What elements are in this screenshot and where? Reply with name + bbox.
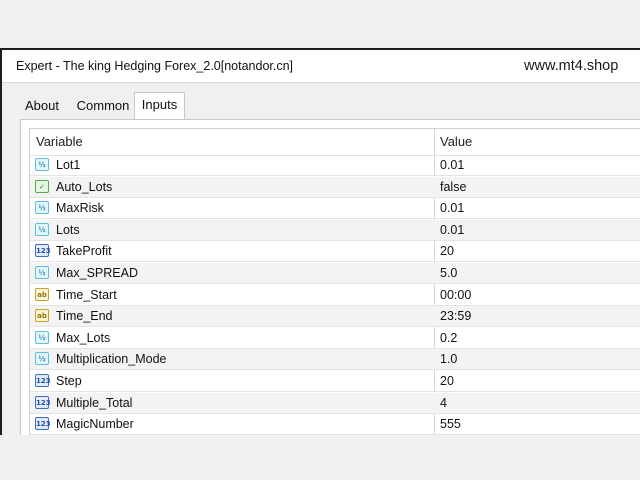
title-bar: Expert - The king Hedging Forex_2.0[nota… xyxy=(2,50,640,83)
variable-value[interactable]: 0.01 xyxy=(440,201,464,215)
int-icon: 123 xyxy=(35,244,51,258)
window-title: Expert - The king Hedging Forex_2.0[nota… xyxy=(16,59,294,73)
double-icon: ½ xyxy=(35,352,49,366)
table-row[interactable]: 123 MagicNumber 555 xyxy=(30,414,640,436)
variable-value[interactable]: 0.01 xyxy=(440,223,464,237)
bool-icon: ✓ xyxy=(35,179,49,193)
double-icon: ½ xyxy=(35,330,49,344)
variable-name: MaxRisk xyxy=(56,201,104,216)
variable-name: Auto_Lots xyxy=(56,179,113,194)
variable-name: TakeProfit xyxy=(56,244,112,259)
double-icon: ½ xyxy=(35,201,49,215)
table-row[interactable]: ½ MaxRisk 0.01 xyxy=(30,198,640,220)
table-row[interactable]: ½ Multiplication_Mode 1.0 xyxy=(30,349,640,371)
table-row[interactable]: ½ Max_Lots 0.2 xyxy=(30,328,640,349)
watermark-text: www.mt4.shop xyxy=(524,58,619,74)
variable-name: MagicNumber xyxy=(56,417,134,432)
table-row[interactable]: ✓ Auto_Lots false xyxy=(30,176,640,198)
variable-name: Step xyxy=(56,374,82,388)
table-row[interactable]: ½ Lot1 0.01 xyxy=(30,155,640,176)
bottom-background xyxy=(0,435,640,480)
variable-name: Max_SPREAD xyxy=(56,266,138,280)
table-row[interactable]: 123 TakeProfit 20 xyxy=(30,241,640,263)
top-background xyxy=(0,0,640,48)
table-row[interactable]: ½ Lots 0.01 xyxy=(30,219,640,241)
double-icon: ½ xyxy=(35,222,49,236)
variable-value[interactable]: 0.01 xyxy=(440,158,464,172)
variable-value[interactable]: 23:59 xyxy=(440,309,471,323)
table-row[interactable]: 123 Step 20 xyxy=(30,371,640,392)
column-header-variable[interactable]: Variable xyxy=(36,134,83,149)
variable-name: Lot1 xyxy=(56,158,81,172)
int-icon: 123 xyxy=(35,374,51,387)
double-icon: ½ xyxy=(35,158,49,171)
string-icon: ab xyxy=(35,287,49,301)
variable-name: Time_End xyxy=(56,309,113,324)
expert-properties-window: Expert - The king Hedging Forex_2.0[nota… xyxy=(0,48,640,439)
variable-value[interactable]: 1.0 xyxy=(440,352,457,366)
variable-value[interactable]: 555 xyxy=(440,417,461,431)
inputs-table: Variable Value ½ Lot1 0.01 ✓ Auto_Lots false ½… xyxy=(29,128,640,439)
variable-name: Multiplication_Mode xyxy=(56,352,167,367)
tab-about[interactable]: About xyxy=(18,94,66,118)
variable-name: Time_Start xyxy=(56,287,117,302)
int-icon: 123 xyxy=(35,395,51,409)
variable-value[interactable]: 0.2 xyxy=(440,331,457,345)
string-icon: ab xyxy=(35,309,49,323)
column-header-value[interactable]: Value xyxy=(440,134,472,149)
table-row[interactable]: 123 Multiple_Total 4 xyxy=(30,392,640,414)
double-icon: ½ xyxy=(35,266,49,279)
variable-name: Max_Lots xyxy=(56,330,111,345)
table-header: Variable Value xyxy=(30,129,640,156)
variable-name: Multiple_Total xyxy=(56,395,133,410)
table-row[interactable]: ab Time_End 23:59 xyxy=(30,306,640,328)
variable-value[interactable]: 5.0 xyxy=(440,266,457,280)
variable-value[interactable]: 4 xyxy=(440,396,447,410)
variable-value[interactable]: 20 xyxy=(440,244,454,258)
table-row[interactable]: ab Time_Start 00:00 xyxy=(30,285,640,306)
variable-value[interactable]: 00:00 xyxy=(440,288,471,302)
variable-value[interactable]: false xyxy=(440,180,466,194)
tab-common[interactable]: Common xyxy=(70,94,136,118)
int-icon: 123 xyxy=(35,417,51,431)
variable-name: Lots xyxy=(56,222,80,237)
table-row[interactable]: ½ Max_SPREAD 5.0 xyxy=(30,263,640,284)
inputs-panel: Variable Value ½ Lot1 0.01 ✓ Auto_Lots false ½… xyxy=(20,119,640,439)
tab-inputs[interactable]: Inputs xyxy=(134,92,185,120)
variable-value[interactable]: 20 xyxy=(440,374,454,388)
